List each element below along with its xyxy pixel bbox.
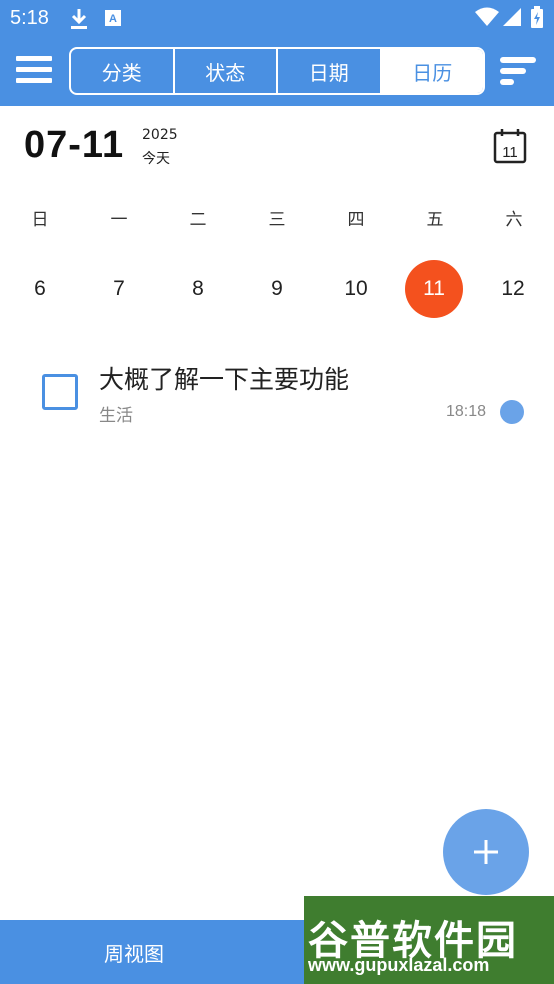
tab-status[interactable]: 状态 [175, 49, 278, 93]
weekday-mon: 一 [110, 210, 128, 230]
add-task-button[interactable] [443, 809, 529, 895]
battery-icon [530, 6, 544, 32]
week-date-row: 6 7 8 9 10 11 12 [0, 260, 554, 318]
today-label: 今天 [142, 151, 170, 167]
task-time: 18:18 [446, 403, 487, 420]
menu-icon-bar [16, 78, 52, 83]
date-cell[interactable]: 10 [327, 260, 385, 318]
sort-icon-bar [500, 57, 536, 63]
menu-button[interactable] [16, 56, 52, 90]
keyboard-a-icon: A [104, 8, 122, 32]
download-icon [70, 8, 88, 34]
date-cell[interactable]: 7 [90, 260, 148, 318]
task-title: 大概了解一下主要功能 [99, 365, 350, 394]
watermark: 谷普软件园 www.gupuxlazal.com [304, 896, 554, 984]
current-date: 07-11 [24, 124, 125, 166]
weekday-wed: 三 [268, 210, 286, 230]
weekday-tue: 二 [189, 210, 207, 230]
calendar-icon-day: 11 [502, 144, 518, 161]
app-bar: 分类 状态 日期 日历 [0, 38, 554, 106]
sort-icon-bar [500, 68, 526, 74]
view-segmented-control: 分类 状态 日期 日历 [69, 47, 485, 95]
weekday-sat: 六 [505, 210, 523, 230]
menu-icon-bar [16, 67, 52, 72]
svg-text:A: A [109, 13, 117, 25]
sort-icon-bar [500, 79, 514, 85]
date-cell[interactable]: 9 [248, 260, 306, 318]
weekday-sun: 日 [31, 210, 49, 230]
watermark-url: www.gupuxlazal.com [308, 955, 490, 975]
status-time: 5:18 [10, 7, 49, 29]
tab-date[interactable]: 日期 [278, 49, 382, 93]
menu-icon-bar [16, 56, 52, 61]
current-year: 2025 [142, 127, 178, 143]
plus-icon [474, 840, 498, 864]
task-category: 生活 [99, 406, 133, 426]
date-cell[interactable]: 8 [169, 260, 227, 318]
weekday-fri: 五 [426, 210, 444, 230]
tab-category[interactable]: 分类 [71, 49, 175, 93]
signal-icon [502, 7, 522, 31]
task-checkbox[interactable] [42, 374, 78, 410]
date-cell[interactable]: 6 [11, 260, 69, 318]
weekday-header-row: 日 一 二 三 四 五 六 [0, 205, 554, 231]
week-view-button[interactable]: 周视图 [104, 938, 164, 967]
date-cell[interactable]: 12 [484, 260, 542, 318]
task-item[interactable]: 大概了解一下主要功能 生活 18:18 [0, 356, 554, 436]
weekday-thu: 四 [347, 210, 365, 230]
date-cell-selected[interactable]: 11 [405, 260, 463, 318]
tab-calendar[interactable]: 日历 [381, 49, 483, 93]
task-priority-dot [500, 400, 524, 424]
sort-button[interactable] [500, 57, 540, 89]
calendar-icon[interactable]: 11 [493, 128, 527, 164]
wifi-icon [475, 7, 499, 31]
status-bar: 5:18 A [0, 0, 554, 38]
